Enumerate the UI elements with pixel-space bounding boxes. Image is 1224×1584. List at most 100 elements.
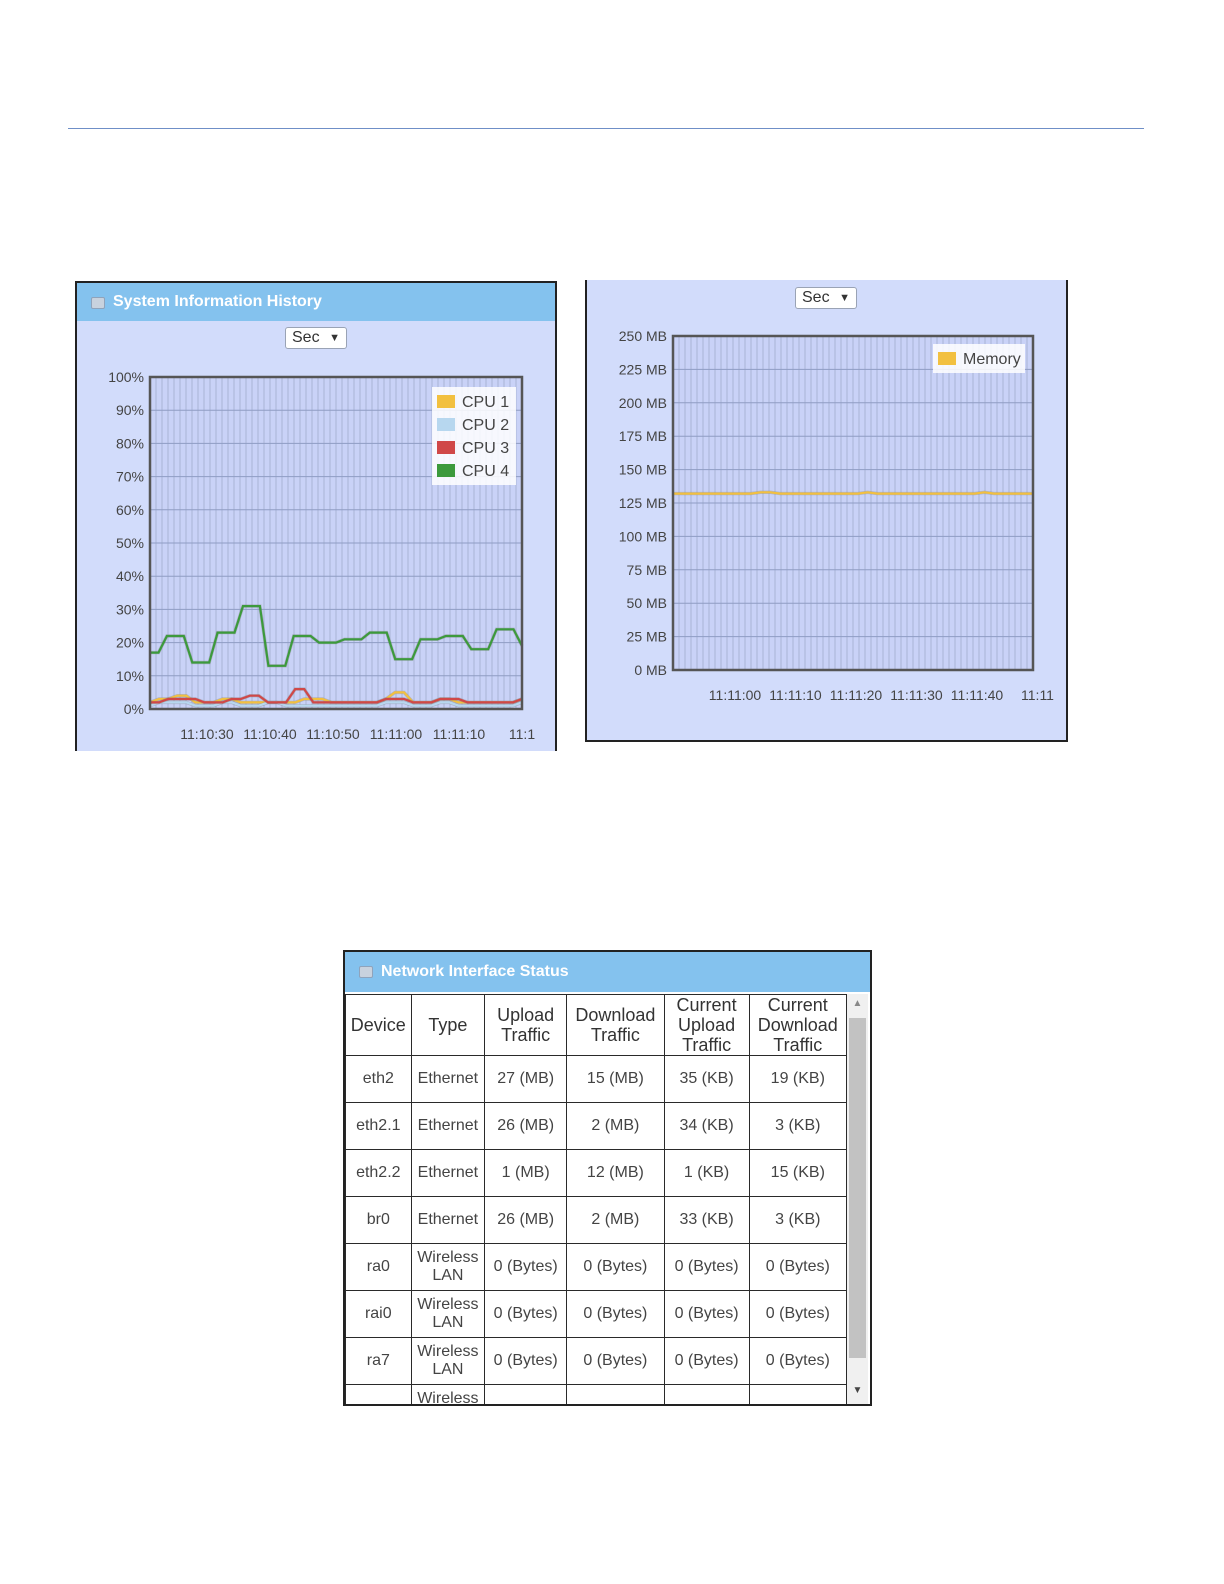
scroll-up-icon[interactable]: ▲	[847, 998, 868, 1009]
cell-text: Ethernet	[417, 1211, 479, 1228]
legend-swatch	[437, 395, 455, 408]
device-cell: ra7	[345, 1337, 412, 1385]
x-tick-label: 11:11	[1021, 687, 1054, 703]
type-cell: WirelessLAN	[410, 1384, 486, 1406]
download-cell: 12 (MB)	[566, 1149, 665, 1197]
table-row: eth2 Ethernet 27 (MB) 15 (MB) 35 (KB) 19 (KB)	[345, 1055, 848, 1103]
legend-swatch	[437, 418, 455, 431]
legend-swatch	[938, 352, 956, 365]
page-divider	[68, 128, 1144, 129]
cell-text: 0 (Bytes)	[583, 1352, 648, 1369]
type-cell: Ethernet	[410, 1102, 486, 1150]
y-tick-label: 50%	[116, 535, 144, 551]
x-tick-label: 11:11:00	[370, 726, 423, 742]
header-line: Traffic	[773, 1035, 823, 1055]
cell-text: 2 (MB)	[591, 1117, 640, 1134]
x-tick-label: 11:11:30	[890, 687, 943, 703]
y-tick-label: 75 MB	[627, 562, 667, 578]
y-tick-label: 250 MB	[619, 328, 667, 344]
cell-text: ra7	[366, 1352, 390, 1369]
current-download-cell: 3 (KB)	[748, 1102, 848, 1150]
legend-label: CPU 2	[462, 417, 509, 434]
x-tick-label: 11:11:10	[769, 687, 822, 703]
legend-swatch	[437, 464, 455, 477]
cell-text: 27 (MB)	[497, 1070, 555, 1087]
header-line: Current	[676, 995, 737, 1015]
cell-text: 0 (Bytes)	[583, 1305, 648, 1322]
table-row: eth2.2 Ethernet 1 (MB) 12 (MB) 1 (KB) 15 (KB)	[345, 1149, 848, 1197]
device-cell: br0	[345, 1196, 412, 1244]
legend-label: CPU 4	[462, 463, 509, 480]
scrollbar[interactable]: ▲ ▼	[847, 994, 868, 1404]
type-cell: Ethernet	[410, 1055, 486, 1103]
cell-text: 15 (KB)	[770, 1164, 825, 1181]
header-line: Upload	[497, 1005, 555, 1025]
download-cell: 0 (Bytes)	[566, 1337, 665, 1385]
memory-history-panel: Sec ▼ 250 MB 225 MB 200 MB 175 MB 150 MB 125 …	[585, 280, 1068, 742]
device-cell: eth2.1	[345, 1102, 412, 1150]
cell-text: LAN	[432, 1314, 464, 1331]
cell-text: LAN	[432, 1361, 464, 1378]
header-line: Traffic	[590, 1025, 640, 1045]
memory-chart: 250 MB 225 MB 200 MB 175 MB 150 MB 125 MB 100 …	[619, 328, 1054, 703]
y-tick-label: 100%	[108, 369, 144, 385]
cell-text: 0 (Bytes)	[493, 1258, 558, 1275]
header-line: Device	[350, 1015, 406, 1035]
header-line: Traffic	[501, 1025, 551, 1045]
column-header: Current Download Traffic	[748, 994, 848, 1056]
cell-text: 1 (MB)	[501, 1164, 550, 1181]
column-header: Current Upload Traffic	[663, 994, 750, 1056]
network-status-panel: Network Interface Status Device Type Uploa…	[343, 950, 872, 1406]
legend-swatch	[437, 441, 455, 454]
device-cell: eth2	[345, 1055, 412, 1103]
scrollbar-thumb[interactable]	[849, 1018, 866, 1358]
y-tick-label: 225 MB	[619, 361, 667, 377]
cell-text: 1 (KB)	[683, 1164, 730, 1181]
y-tick-label: 30%	[116, 601, 144, 617]
upload-cell: 26 (MB)	[484, 1102, 568, 1150]
download-cell: 2 (MB)	[566, 1196, 665, 1244]
scroll-down-icon[interactable]: ▼	[847, 1385, 868, 1396]
table-row: ra7 Wireless LAN 0 (Bytes) 0 (Bytes) 0 (Bytes…	[345, 1337, 848, 1385]
y-tick-label: 0%	[124, 701, 144, 717]
panel-title: System Information History	[113, 293, 322, 310]
cpu-chart: 100% 90% 80% 70% 60% 50% 40% 30% 20% 10% 0% 11:10:3…	[108, 369, 535, 742]
header-line: Download	[575, 1005, 656, 1025]
panel-title-bar: System Information History	[77, 283, 555, 321]
cell-text: 3 (KB)	[775, 1117, 821, 1134]
y-tick-label: 25 MB	[627, 629, 667, 645]
type-cell: WirelessLAN	[410, 1290, 486, 1338]
current-download-cell: 15 (KB)	[748, 1149, 848, 1197]
cell-text: 0 (Bytes)	[674, 1352, 739, 1369]
cpu-history-panel: System Information History Sec ▼ 100% 90%…	[75, 281, 557, 751]
cell-text: Ethernet	[417, 1117, 479, 1134]
current-upload-cell: 1 (KB)	[663, 1149, 750, 1197]
download-cell: 0 (Bytes)	[566, 1290, 665, 1338]
cell-text: 0 (Bytes)	[765, 1305, 830, 1322]
cell-text: Ethernet	[417, 1164, 479, 1181]
cell-text: 0 (Bytes)	[493, 1305, 558, 1322]
y-tick-label: 60%	[116, 502, 144, 518]
upload-cell: 0 (Bytes)	[484, 1337, 568, 1385]
header-line: Upload	[678, 1015, 736, 1035]
header-line: Download	[757, 1015, 838, 1035]
y-tick-label: 125 MB	[619, 495, 667, 511]
cell-text: 12 (MB)	[586, 1164, 644, 1181]
cell-text: Wireless	[417, 1390, 479, 1406]
x-tick-label: 11:11:00	[709, 687, 762, 703]
cell-text: 2 (MB)	[591, 1211, 640, 1228]
x-tick-label: 11:10:30	[180, 726, 234, 742]
panel-title-bar: Network Interface Status	[345, 952, 870, 992]
cell-text: 0 (Bytes)	[765, 1352, 830, 1369]
device-cell	[345, 1384, 412, 1404]
cell-text: Ethernet	[417, 1070, 479, 1087]
y-tick-label: 90%	[116, 402, 144, 418]
y-tick-label: 20%	[116, 635, 144, 651]
current-upload-cell: 0 (Bytes)	[663, 1337, 750, 1385]
upload-cell: 0 (Bytes)	[484, 1290, 568, 1338]
current-upload-cell: 34 (KB)	[663, 1102, 750, 1150]
legend-label: Memory	[963, 351, 1021, 368]
cell-text: 3 (KB)	[775, 1211, 821, 1228]
table-row: ra0 Wireless LAN 0 (Bytes) 0 (Bytes) 0 (Bytes…	[345, 1243, 848, 1291]
cell-text: 0 (Bytes)	[765, 1258, 830, 1275]
